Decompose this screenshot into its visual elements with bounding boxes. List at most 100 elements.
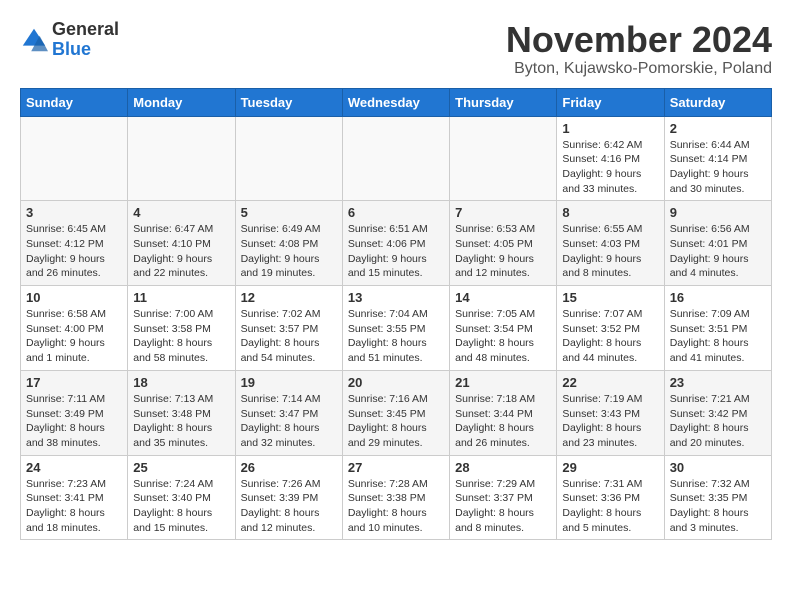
day-info: Sunrise: 6:49 AM Sunset: 4:08 PM Dayligh… <box>241 222 337 281</box>
calendar-week-4: 24Sunrise: 7:23 AM Sunset: 3:41 PM Dayli… <box>21 455 772 540</box>
calendar-cell <box>128 116 235 201</box>
calendar-cell: 11 Sunrise: 7:00 AM Sunset: 3:58 PM Dayli… <box>128 286 235 371</box>
location-title: Byton, Kujawsko-Pomorskie, Poland <box>506 60 772 78</box>
header-sunday: Sunday <box>21 88 128 116</box>
calendar-cell <box>450 116 557 201</box>
calendar-week-0: 1 Sunrise: 6:42 AM Sunset: 4:16 PM Daylig… <box>21 116 772 201</box>
day-info: Sunrise: 7:13 AM Sunset: 3:48 PM Dayligh… <box>133 392 229 451</box>
day-number: 12 <box>241 290 337 305</box>
calendar-cell: 24Sunrise: 7:23 AM Sunset: 3:41 PM Dayli… <box>21 455 128 540</box>
day-number: 30 <box>670 460 766 475</box>
day-info: Sunrise: 7:14 AM Sunset: 3:47 PM Dayligh… <box>241 392 337 451</box>
calendar-cell: 17 Sunrise: 7:11 AM Sunset: 3:49 PM Dayli… <box>21 370 128 455</box>
calendar-cell <box>342 116 449 201</box>
day-number: 29 <box>562 460 658 475</box>
day-info: Sunrise: 7:09 AM Sunset: 3:51 PM Dayligh… <box>670 307 766 366</box>
day-number: 21 <box>455 375 551 390</box>
header-friday: Friday <box>557 88 664 116</box>
calendar-cell: 20 Sunrise: 7:16 AM Sunset: 3:45 PM Dayli… <box>342 370 449 455</box>
day-info: Sunrise: 6:56 AM Sunset: 4:01 PM Dayligh… <box>670 222 766 281</box>
calendar-cell: 12 Sunrise: 7:02 AM Sunset: 3:57 PM Dayli… <box>235 286 342 371</box>
day-info: Sunrise: 7:19 AM Sunset: 3:43 PM Dayligh… <box>562 392 658 451</box>
calendar-cell: 29 Sunrise: 7:31 AM Sunset: 3:36 PM Dayli… <box>557 455 664 540</box>
day-info: Sunrise: 7:00 AM Sunset: 3:58 PM Dayligh… <box>133 307 229 366</box>
day-info: Sunrise: 6:47 AM Sunset: 4:10 PM Dayligh… <box>133 222 229 281</box>
calendar-week-1: 3 Sunrise: 6:45 AM Sunset: 4:12 PM Daylig… <box>21 201 772 286</box>
day-number: 11 <box>133 290 229 305</box>
header-thursday: Thursday <box>450 88 557 116</box>
day-number: 3 <box>26 205 122 220</box>
day-info: Sunrise: 7:02 AM Sunset: 3:57 PM Dayligh… <box>241 307 337 366</box>
day-info: Sunrise: 6:58 AM Sunset: 4:00 PM Dayligh… <box>26 307 122 366</box>
day-number: 10 <box>26 290 122 305</box>
day-number: 13 <box>348 290 444 305</box>
month-title: November 2024 <box>506 20 772 60</box>
calendar-cell: 8 Sunrise: 6:55 AM Sunset: 4:03 PM Daylig… <box>557 201 664 286</box>
calendar-cell: 25Sunrise: 7:24 AM Sunset: 3:40 PM Dayli… <box>128 455 235 540</box>
day-info: Sunrise: 7:29 AM Sunset: 3:37 PM Dayligh… <box>455 477 551 536</box>
calendar-cell: 22 Sunrise: 7:19 AM Sunset: 3:43 PM Dayli… <box>557 370 664 455</box>
calendar-cell: 1 Sunrise: 6:42 AM Sunset: 4:16 PM Daylig… <box>557 116 664 201</box>
header-monday: Monday <box>128 88 235 116</box>
calendar-cell: 27 Sunrise: 7:28 AM Sunset: 3:38 PM Dayli… <box>342 455 449 540</box>
day-info: Sunrise: 6:51 AM Sunset: 4:06 PM Dayligh… <box>348 222 444 281</box>
day-number: 15 <box>562 290 658 305</box>
calendar-cell: 19 Sunrise: 7:14 AM Sunset: 3:47 PM Dayli… <box>235 370 342 455</box>
day-info: Sunrise: 7:28 AM Sunset: 3:38 PM Dayligh… <box>348 477 444 536</box>
day-info: Sunrise: 6:44 AM Sunset: 4:14 PM Dayligh… <box>670 138 766 197</box>
day-number: 25 <box>133 460 229 475</box>
header-tuesday: Tuesday <box>235 88 342 116</box>
day-number: 7 <box>455 205 551 220</box>
day-number: 26 <box>241 460 337 475</box>
calendar-cell: 10 Sunrise: 6:58 AM Sunset: 4:00 PM Dayli… <box>21 286 128 371</box>
calendar-cell: 23Sunrise: 7:21 AM Sunset: 3:42 PM Dayli… <box>664 370 771 455</box>
day-number: 6 <box>348 205 444 220</box>
day-number: 17 <box>26 375 122 390</box>
calendar-cell: 2 Sunrise: 6:44 AM Sunset: 4:14 PM Daylig… <box>664 116 771 201</box>
day-info: Sunrise: 6:45 AM Sunset: 4:12 PM Dayligh… <box>26 222 122 281</box>
header: General Blue November 2024 Byton, Kujaws… <box>20 20 772 78</box>
calendar-cell: 13Sunrise: 7:04 AM Sunset: 3:55 PM Dayli… <box>342 286 449 371</box>
day-info: Sunrise: 7:11 AM Sunset: 3:49 PM Dayligh… <box>26 392 122 451</box>
day-number: 22 <box>562 375 658 390</box>
calendar-header-row: SundayMondayTuesdayWednesdayThursdayFrid… <box>21 88 772 116</box>
day-info: Sunrise: 7:32 AM Sunset: 3:35 PM Dayligh… <box>670 477 766 536</box>
calendar-table: SundayMondayTuesdayWednesdayThursdayFrid… <box>20 88 772 541</box>
day-info: Sunrise: 6:55 AM Sunset: 4:03 PM Dayligh… <box>562 222 658 281</box>
day-info: Sunrise: 7:05 AM Sunset: 3:54 PM Dayligh… <box>455 307 551 366</box>
day-number: 9 <box>670 205 766 220</box>
day-number: 18 <box>133 375 229 390</box>
logo-general-text: General <box>52 20 119 40</box>
calendar-cell: 16Sunrise: 7:09 AM Sunset: 3:51 PM Dayli… <box>664 286 771 371</box>
day-number: 19 <box>241 375 337 390</box>
calendar-cell: 28Sunrise: 7:29 AM Sunset: 3:37 PM Dayli… <box>450 455 557 540</box>
day-number: 20 <box>348 375 444 390</box>
day-info: Sunrise: 6:42 AM Sunset: 4:16 PM Dayligh… <box>562 138 658 197</box>
logo-blue-text: Blue <box>52 40 119 60</box>
calendar-cell: 30 Sunrise: 7:32 AM Sunset: 3:35 PM Dayli… <box>664 455 771 540</box>
day-info: Sunrise: 6:53 AM Sunset: 4:05 PM Dayligh… <box>455 222 551 281</box>
day-number: 23 <box>670 375 766 390</box>
day-number: 27 <box>348 460 444 475</box>
header-saturday: Saturday <box>664 88 771 116</box>
calendar-cell <box>21 116 128 201</box>
day-number: 5 <box>241 205 337 220</box>
calendar-cell <box>235 116 342 201</box>
day-number: 4 <box>133 205 229 220</box>
calendar-cell: 15Sunrise: 7:07 AM Sunset: 3:52 PM Dayli… <box>557 286 664 371</box>
calendar-week-3: 17 Sunrise: 7:11 AM Sunset: 3:49 PM Dayli… <box>21 370 772 455</box>
logo-icon <box>20 26 48 54</box>
calendar-cell: 6 Sunrise: 6:51 AM Sunset: 4:06 PM Daylig… <box>342 201 449 286</box>
day-number: 8 <box>562 205 658 220</box>
calendar-cell: 14Sunrise: 7:05 AM Sunset: 3:54 PM Dayli… <box>450 286 557 371</box>
calendar-cell: 3 Sunrise: 6:45 AM Sunset: 4:12 PM Daylig… <box>21 201 128 286</box>
day-info: Sunrise: 7:31 AM Sunset: 3:36 PM Dayligh… <box>562 477 658 536</box>
day-number: 1 <box>562 121 658 136</box>
day-number: 2 <box>670 121 766 136</box>
calendar-cell: 21Sunrise: 7:18 AM Sunset: 3:44 PM Dayli… <box>450 370 557 455</box>
calendar-cell: 18 Sunrise: 7:13 AM Sunset: 3:48 PM Dayli… <box>128 370 235 455</box>
calendar-cell: 9 Sunrise: 6:56 AM Sunset: 4:01 PM Daylig… <box>664 201 771 286</box>
logo: General Blue <box>20 20 119 60</box>
day-info: Sunrise: 7:16 AM Sunset: 3:45 PM Dayligh… <box>348 392 444 451</box>
calendar-cell: 4 Sunrise: 6:47 AM Sunset: 4:10 PM Daylig… <box>128 201 235 286</box>
